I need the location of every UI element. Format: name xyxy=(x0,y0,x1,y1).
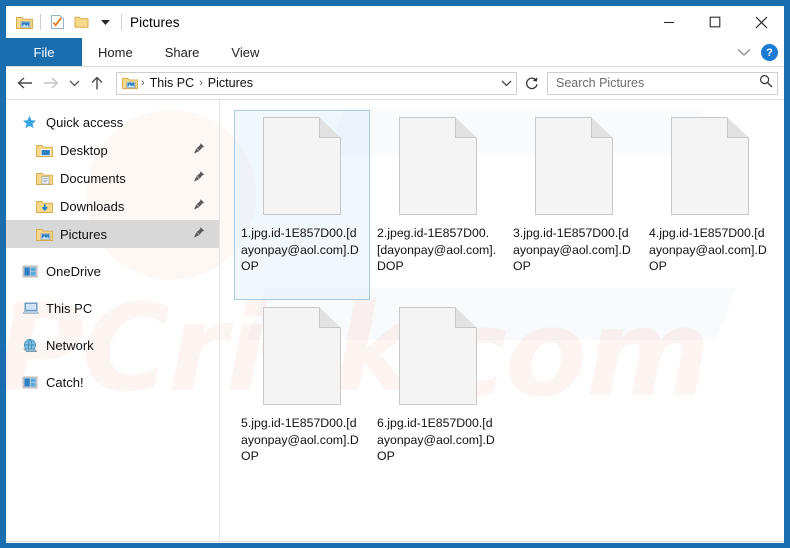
properties-icon[interactable] xyxy=(45,10,69,34)
sidebar-item-label: Pictures xyxy=(60,226,107,242)
file-name-label: 5.jpg.id-1E857D00.[dayonpay@aol.com].DOP xyxy=(241,416,359,463)
help-button[interactable]: ? xyxy=(761,44,778,61)
catch-drive-icon xyxy=(22,375,44,389)
sidebar-item-label: Desktop xyxy=(60,142,108,158)
file-item[interactable]: 2.jpeg.id-1E857D00.[dayonpay@aol.com].DO… xyxy=(370,110,506,300)
explorer-window: Pictures File Home Share View ? › This P… xyxy=(0,0,790,548)
documents-folder-icon xyxy=(36,171,58,186)
maximize-button[interactable] xyxy=(692,6,738,38)
downloads-folder-icon xyxy=(36,199,58,214)
search-icon[interactable] xyxy=(759,74,773,93)
file-item[interactable]: 3.jpg.id-1E857D00.[dayonpay@aol.com].DOP xyxy=(506,110,642,300)
onedrive-icon xyxy=(22,264,44,278)
search-input[interactable]: Search Pictures xyxy=(547,71,778,95)
document-file-icon xyxy=(399,307,477,405)
customize-dropdown-icon[interactable] xyxy=(93,10,117,34)
back-button[interactable] xyxy=(12,70,38,96)
file-item[interactable]: 4.jpg.id-1E857D00.[dayonpay@aol.com].DOP xyxy=(642,110,778,300)
file-item[interactable]: 6.jpg.id-1E857D00.[dayonpay@aol.com].DOP xyxy=(370,300,506,490)
new-folder-icon[interactable] xyxy=(69,10,93,34)
tab-share[interactable]: Share xyxy=(149,38,216,66)
view-toggle-group xyxy=(720,542,776,543)
file-name-label: 3.jpg.id-1E857D00.[dayonpay@aol.com].DOP xyxy=(513,226,631,273)
sidebar-item-documents[interactable]: Documents xyxy=(6,164,219,192)
search-placeholder: Search Pictures xyxy=(556,76,645,90)
pin-icon[interactable] xyxy=(193,171,205,186)
this-pc-icon xyxy=(22,301,44,315)
network-icon xyxy=(22,338,44,353)
pin-icon[interactable] xyxy=(193,143,205,158)
pin-icon[interactable] xyxy=(193,199,205,214)
explorer-body: PCrisk com Quick access Desktop Document… xyxy=(6,100,784,541)
up-button[interactable] xyxy=(84,70,110,96)
sidebar-item-downloads[interactable]: Downloads xyxy=(6,192,219,220)
file-name-label: 2.jpeg.id-1E857D00.[dayonpay@aol.com].DO… xyxy=(377,226,497,273)
sidebar-item-label: This PC xyxy=(46,300,93,316)
breadcrumb-item-pictures[interactable]: Pictures xyxy=(205,76,256,90)
sidebar-item-label: Network xyxy=(46,337,94,353)
sidebar-item-label: Downloads xyxy=(60,198,125,214)
document-file-icon xyxy=(399,117,477,215)
sidebar-item-onedrive[interactable]: OneDrive xyxy=(6,257,219,285)
document-file-icon xyxy=(535,117,613,215)
breadcrumb-separator-2: › xyxy=(199,77,203,89)
file-name-label: 1.jpg.id-1E857D00.[dayonpay@aol.com].DOP xyxy=(241,226,359,273)
close-button[interactable] xyxy=(738,6,784,38)
tab-file[interactable]: File xyxy=(6,38,82,66)
file-grid: 1.jpg.id-1E857D00.[dayonpay@aol.com].DOP… xyxy=(234,110,784,490)
breadcrumb[interactable]: › This PC › Pictures xyxy=(116,71,517,95)
expand-ribbon-icon[interactable] xyxy=(737,44,751,62)
document-file-icon xyxy=(263,117,341,215)
sidebar-item-desktop[interactable]: Desktop xyxy=(6,136,219,164)
breadcrumb-separator-1: › xyxy=(141,77,145,89)
sidebar-item-quick-access[interactable]: Quick access xyxy=(6,108,219,136)
file-name-label: 6.jpg.id-1E857D00.[dayonpay@aol.com].DOP xyxy=(377,416,495,463)
sidebar-item-label: Quick access xyxy=(46,114,124,130)
address-dropdown-icon[interactable] xyxy=(498,79,514,87)
sidebar-item-this-pc[interactable]: This PC xyxy=(6,294,219,322)
window-controls xyxy=(646,6,784,38)
pictures-folder-icon xyxy=(36,227,58,242)
pictures-properties-icon[interactable] xyxy=(12,10,36,34)
file-list-pane[interactable]: 1.jpg.id-1E857D00.[dayonpay@aol.com].DOP… xyxy=(220,100,784,541)
pictures-folder-icon xyxy=(121,76,139,90)
status-bar: 6 items xyxy=(6,541,784,543)
file-name-label: 4.jpg.id-1E857D00.[dayonpay@aol.com].DOP xyxy=(649,226,767,273)
star-icon xyxy=(22,115,44,130)
forward-button[interactable] xyxy=(38,70,64,96)
recent-locations-icon[interactable] xyxy=(64,70,84,96)
sidebar-item-network[interactable]: Network xyxy=(6,331,219,359)
qat-separator-1 xyxy=(40,14,41,30)
sidebar-item-label: Documents xyxy=(60,170,126,186)
minimize-button[interactable] xyxy=(646,6,692,38)
quick-access-toolbar: Pictures xyxy=(6,10,180,34)
breadcrumb-item-this-pc[interactable]: This PC xyxy=(147,76,197,90)
file-item[interactable]: 5.jpg.id-1E857D00.[dayonpay@aol.com].DOP xyxy=(234,300,370,490)
pin-icon[interactable] xyxy=(193,227,205,242)
sidebar-item-catch[interactable]: Catch! xyxy=(6,368,219,396)
sidebar-item-label: OneDrive xyxy=(46,263,101,279)
tab-home[interactable]: Home xyxy=(82,38,149,66)
ribbon-tab-bar: File Home Share View ? xyxy=(6,38,784,67)
tab-view[interactable]: View xyxy=(215,38,275,66)
title-bar: Pictures xyxy=(6,6,784,38)
title-separator xyxy=(121,14,122,30)
sidebar-item-pictures[interactable]: Pictures xyxy=(6,220,219,248)
sidebar-item-label: Catch! xyxy=(46,374,84,390)
document-file-icon xyxy=(671,117,749,215)
window-title: Pictures xyxy=(130,14,180,30)
address-bar: › This PC › Pictures Search Pictures xyxy=(6,67,784,100)
refresh-button[interactable] xyxy=(521,72,543,94)
desktop-folder-icon xyxy=(36,143,58,158)
navigation-pane: Quick access Desktop Documents Downloads… xyxy=(6,100,220,541)
document-file-icon xyxy=(263,307,341,405)
file-item[interactable]: 1.jpg.id-1E857D00.[dayonpay@aol.com].DOP xyxy=(234,110,370,300)
